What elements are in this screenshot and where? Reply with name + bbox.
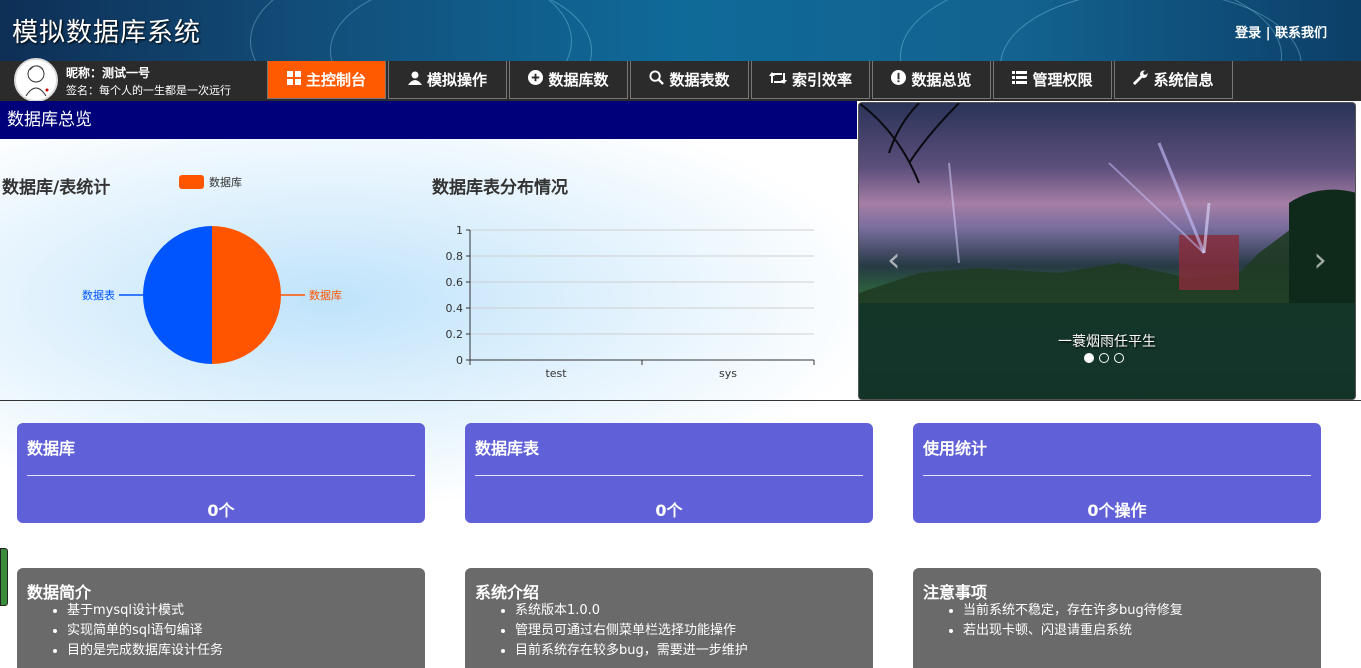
stat-card-title: 数据库表 (475, 439, 540, 458)
carousel-dot[interactable] (1099, 353, 1109, 363)
exclamation-circle-icon (891, 70, 907, 89)
tab-database-count[interactable]: 数据库数 (509, 61, 628, 99)
info-card-title: 数据简介 (27, 583, 92, 602)
tab-simulate[interactable]: 模拟操作 (388, 61, 507, 99)
stat-card-title: 使用统计 (923, 439, 988, 458)
overview-heading: 数据库总览 (0, 101, 857, 139)
nav-tabs: 主控制台 模拟操作 数据库数 数据表数 索引效率 数据总览 管理权限 系统信息 (267, 61, 1235, 101)
stat-card-value: 0个 (207, 501, 235, 520)
y-tick-label: 0 (456, 354, 463, 367)
pie-slice (212, 226, 281, 364)
tab-permissions[interactable]: 管理权限 (993, 61, 1112, 99)
user-icon (407, 71, 422, 89)
tab-label: 管理权限 (1032, 71, 1093, 89)
list-icon (1012, 71, 1028, 88)
pie-slice-label: 数据库 (309, 288, 342, 302)
x-tick-label: sys (719, 367, 737, 380)
list-item: 管理员可通过右侧菜单栏选择功能操作 (515, 621, 748, 641)
tab-label: 数据库数 (548, 71, 609, 89)
grid-icon (286, 70, 301, 89)
info-card-system-intro: 系统介绍 系统版本1.0.0 管理员可通过右侧菜单栏选择功能操作 目前系统存在较… (465, 568, 873, 668)
wrench-icon (1133, 70, 1149, 89)
contact-link[interactable]: 联系我们 (1275, 26, 1327, 41)
top-links: 登录 | 联系我们 (1235, 22, 1327, 41)
info-list: 系统版本1.0.0 管理员可通过右侧菜单栏选择功能操作 目前系统存在较多bug，… (475, 601, 748, 661)
carousel-dot[interactable] (1084, 353, 1094, 363)
info-list: 基于mysql设计模式 实现简单的sql语句编译 目的是完成数据库设计任务 (27, 601, 223, 661)
search-icon (649, 70, 665, 89)
tab-data-overview[interactable]: 数据总览 (872, 61, 991, 99)
stat-card-tables: 数据库表 0个 (465, 423, 873, 523)
info-card-title: 注意事项 (923, 583, 988, 602)
info-card-notes: 注意事项 当前系统不稳定，存在许多bug待修复 若出现卡顿、闪退请重启系统 (913, 568, 1321, 668)
tab-index-efficiency[interactable]: 索引效率 (751, 61, 870, 99)
chevron-right-icon[interactable]: › (1313, 243, 1327, 277)
tab-label: 数据表数 (669, 71, 730, 89)
legend-swatch (179, 175, 204, 189)
list-item: 目的是完成数据库设计任务 (67, 641, 223, 661)
pie-slice-label: 数据表 (82, 288, 115, 302)
divider (923, 475, 1311, 476)
info-card-title: 系统介绍 (475, 583, 540, 602)
side-scroll-handle[interactable] (0, 548, 8, 606)
tab-label: 模拟操作 (426, 71, 487, 89)
avatar[interactable] (14, 58, 58, 102)
bar-chart: 0 0.2 0.4 0.6 0.8 1 test sys (446, 224, 815, 380)
list-item: 目前系统存在较多bug，需要进一步维护 (515, 641, 748, 661)
y-tick-label: 0.6 (446, 276, 464, 289)
stat-card-value: 0个操作 (1087, 501, 1147, 520)
tab-label: 数据总览 (911, 71, 972, 89)
tab-system-info[interactable]: 系统信息 (1114, 61, 1233, 99)
tab-table-count[interactable]: 数据表数 (630, 61, 749, 99)
pie-slice (143, 226, 212, 364)
y-tick-label: 0.8 (446, 250, 464, 263)
pie-legend[interactable]: 数据库 (179, 174, 242, 190)
tab-console[interactable]: 主控制台 (267, 61, 386, 99)
tab-label: 索引效率 (791, 71, 852, 89)
list-item: 系统版本1.0.0 (515, 601, 748, 621)
user-signature: 签名：每个人的一生都是一次远行 (66, 84, 231, 97)
info-card-data-intro: 数据简介 基于mysql设计模式 实现简单的sql语句编译 目的是完成数据库设计… (17, 568, 425, 668)
retweet-icon (768, 71, 787, 89)
stat-card-title: 数据库 (27, 439, 76, 458)
app-title: 模拟数据库系统 (12, 18, 202, 48)
legend-label: 数据库 (209, 176, 242, 189)
y-tick-label: 0.4 (446, 302, 464, 315)
tab-label: 主控制台 (305, 71, 366, 89)
info-list: 当前系统不稳定，存在许多bug待修复 若出现卡顿、闪退请重启系统 (923, 601, 1183, 641)
pie-chart: 数据库 数据表 (82, 226, 342, 364)
chevron-left-icon[interactable]: ‹ (887, 243, 901, 277)
list-item: 基于mysql设计模式 (67, 601, 223, 621)
stat-card-value: 0个 (655, 501, 683, 520)
user-nickname: 昵称：测试一号 (66, 66, 151, 80)
avatar-sketch-icon (25, 65, 49, 97)
tab-label: 系统信息 (1153, 71, 1214, 89)
carousel-indicators (1084, 353, 1124, 363)
x-tick-label: test (545, 367, 567, 380)
divider (475, 475, 863, 476)
divider (27, 475, 415, 476)
list-item: 实现简单的sql语句编译 (67, 621, 223, 641)
carousel-caption: 一蓑烟雨任平生 (1058, 334, 1156, 350)
login-link[interactable]: 登录 (1235, 26, 1261, 41)
bar-chart-title: 数据库表分布情况 (432, 178, 568, 198)
stat-card-usage: 使用统计 0个操作 (913, 423, 1321, 523)
y-tick-label: 1 (456, 224, 463, 237)
divider (0, 400, 1361, 401)
stat-card-databases: 数据库 0个 (17, 423, 425, 523)
link-separator: | (1261, 26, 1275, 41)
header-banner: 模拟数据库系统 登录 | 联系我们 (0, 0, 1361, 61)
plus-circle-icon (528, 70, 544, 89)
pie-chart-title: 数据库/表统计 (2, 178, 111, 198)
list-item: 若出现卡顿、闪退请重启系统 (963, 621, 1183, 641)
carousel-dot[interactable] (1114, 353, 1124, 363)
list-item: 当前系统不稳定，存在许多bug待修复 (963, 601, 1183, 621)
y-tick-label: 0.2 (446, 328, 464, 341)
image-carousel[interactable]: ‹ › 一蓑烟雨任平生 (858, 102, 1356, 400)
